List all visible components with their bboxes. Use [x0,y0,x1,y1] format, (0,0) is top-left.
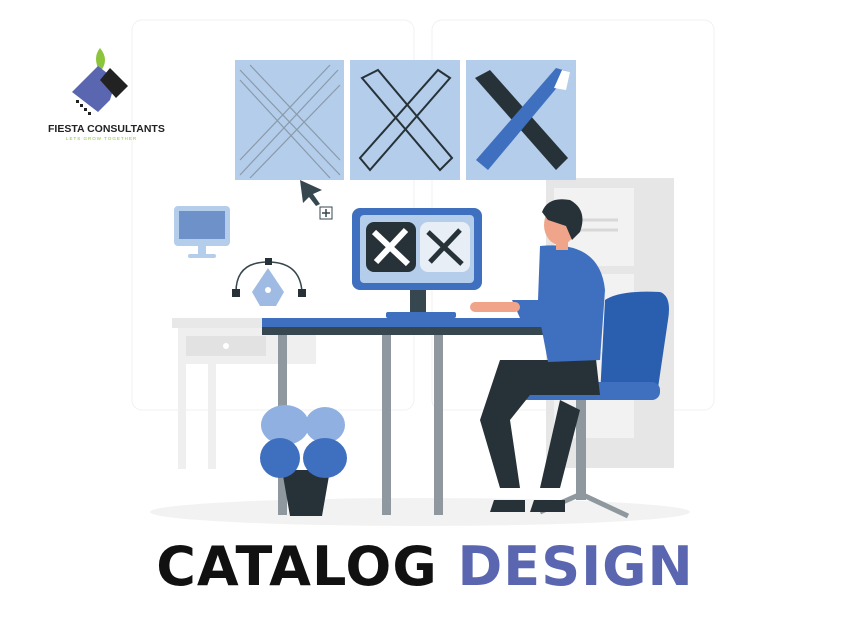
headline-word-design: DESIGN [457,535,694,598]
logo-tagline: LETS GROW TOGETHER [66,136,138,141]
headline: CATALOG DESIGN [0,535,850,598]
floor-shadow [150,498,690,526]
design-thumbnail-outline [350,60,460,180]
catalog-design-banner: FIESTA CONSULTANTS LETS GROW TOGETHER CA… [0,0,850,638]
fiesta-consultants-logo [72,48,128,115]
logo-name: FIESTA CONSULTANTS [48,123,165,135]
design-thumbnail-color [466,60,576,180]
headline-word-catalog: CATALOG [156,535,438,598]
design-thumbnail-sketch [235,60,344,180]
